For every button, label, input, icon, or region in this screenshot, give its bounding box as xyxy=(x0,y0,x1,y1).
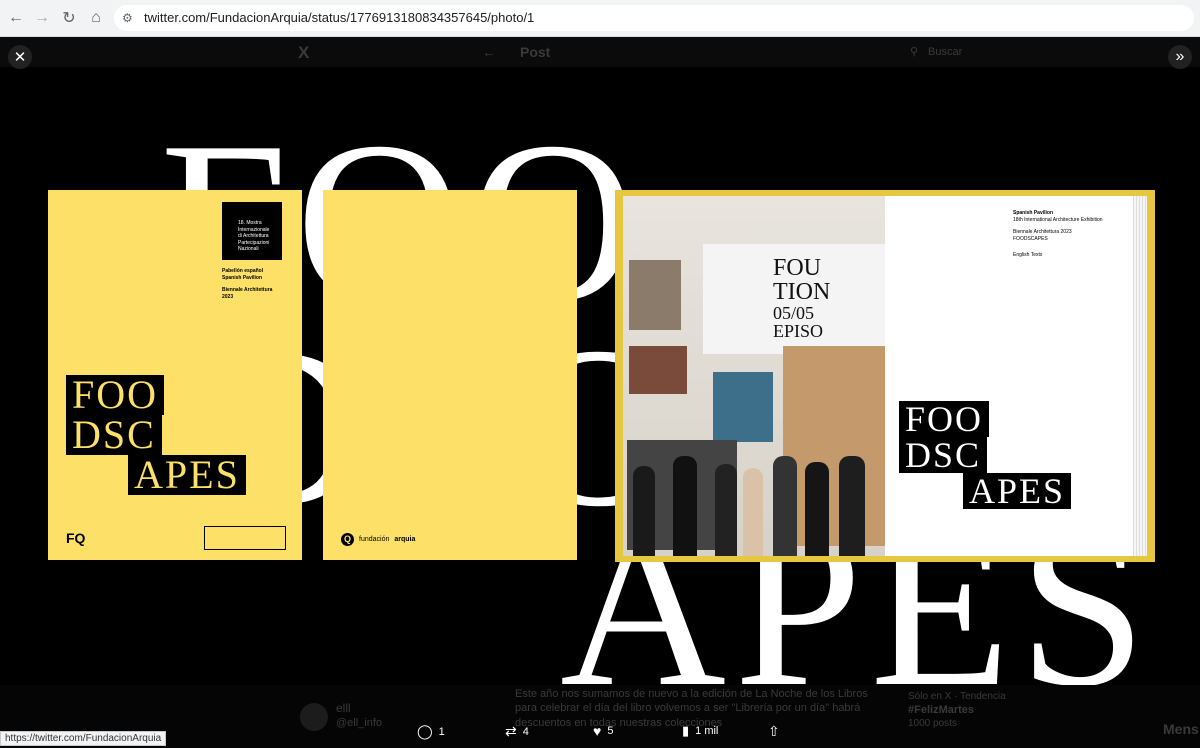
avatar xyxy=(300,703,328,731)
brand-light: fundación xyxy=(359,536,390,543)
views-icon: ▮ xyxy=(682,723,690,738)
q-logo-icon: Q xyxy=(341,533,354,546)
reload-icon[interactable]: ↻ xyxy=(57,6,81,30)
post-title: Post xyxy=(520,44,551,60)
wall-text-line: TION xyxy=(773,279,831,305)
status-bar-url: https://twitter.com/FundacionArquia xyxy=(0,731,167,746)
photo-page: FOU TION 05/05 EPISO xyxy=(623,196,885,556)
open-book: FOU TION 05/05 EPISO Spanish Pavilion 18… xyxy=(615,190,1155,562)
back-cover: Q fundación arquia xyxy=(323,190,577,560)
expand-sidebar-icon[interactable]: » xyxy=(1168,45,1192,69)
home-icon[interactable]: ⌂ xyxy=(84,6,108,30)
views-count: 1 mil xyxy=(695,725,719,737)
cover-title: FOO DSC APES xyxy=(66,375,246,495)
share-button[interactable]: ⇧ xyxy=(768,723,780,740)
reply-count: 1 xyxy=(438,725,445,738)
user-name: elll xyxy=(336,701,351,715)
url-text: twitter.com/FundacionArquia/status/17769… xyxy=(144,10,535,25)
group-of-people xyxy=(633,456,873,556)
cover-header-line: Partecipazioni Nazionali xyxy=(238,239,270,253)
wall-text-line: 05/05 xyxy=(773,303,815,323)
views-button[interactable]: ▮ 1 mil xyxy=(682,723,718,739)
dimmed-header: X ← Post ⚲ Buscar xyxy=(0,37,1200,67)
brand-bold: arquia xyxy=(394,536,416,543)
biennale-label: Biennale Architettura xyxy=(222,287,273,293)
title-row: DSC xyxy=(899,437,988,473)
title-row: APES xyxy=(128,455,246,495)
forward-arrow-icon[interactable]: → xyxy=(30,6,54,30)
reply-icon: ◯ xyxy=(417,723,433,739)
repost-count: 4 xyxy=(522,725,529,738)
site-settings-icon[interactable]: ⚙ xyxy=(122,11,136,25)
title-row: DSC xyxy=(66,415,162,455)
wall-text-line: FOU xyxy=(773,255,822,281)
share-icon: ⇧ xyxy=(768,723,780,739)
x-logo: X xyxy=(298,43,310,62)
biennale-logo: 18. Mostra Internazionale di Architettur… xyxy=(222,202,282,260)
repost-button[interactable]: ⇄ 4 xyxy=(505,723,529,740)
user-handle: @ell_info xyxy=(336,717,383,729)
browser-toolbar: ← → ↻ ⌂ ⚙ twitter.com/FundacionArquia/st… xyxy=(0,0,1200,37)
shelf-artwork xyxy=(629,260,681,330)
ministry-logo xyxy=(204,526,286,550)
blue-artwork xyxy=(713,372,773,442)
title-row: APES xyxy=(963,473,1072,509)
back-arrow-icon: ← xyxy=(482,44,496,60)
reply-button[interactable]: ◯ 1 xyxy=(417,723,445,740)
search-placeholder: Buscar xyxy=(928,46,963,58)
trend-posts: 1000 posts xyxy=(908,718,957,729)
book-title: FOO DSC APES xyxy=(899,401,1072,509)
fundacion-arquia-logo: Q fundación arquia xyxy=(341,533,415,546)
trend-tag: #FelizMartes xyxy=(908,704,975,716)
heart-icon: ♥ xyxy=(593,723,602,739)
book-meta-line: English Texts xyxy=(1013,252,1043,258)
wall-text-line: EPISO xyxy=(773,321,824,341)
media-viewer: X ← Post ⚲ Buscar ✕ » FOO DSC APES 18. M… xyxy=(0,37,1200,748)
title-row: FOO xyxy=(66,375,165,415)
front-cover: 18. Mostra Internazionale di Architettur… xyxy=(48,190,302,560)
page-edges xyxy=(1133,196,1147,556)
wall-photo xyxy=(629,346,687,394)
search-icon: ⚲ xyxy=(910,46,919,58)
close-icon[interactable]: ✕ xyxy=(8,45,32,69)
address-bar[interactable]: ⚙ twitter.com/FundacionArquia/status/177… xyxy=(114,5,1194,31)
like-button[interactable]: ♥ 5 xyxy=(593,723,613,739)
text-page: Spanish Pavilion 18th International Arch… xyxy=(885,196,1147,556)
back-arrow-icon[interactable]: ← xyxy=(4,6,28,30)
exhibition-wall-text: FOU TION 05/05 EPISO xyxy=(703,244,885,354)
like-count: 5 xyxy=(607,725,614,737)
year-label: 2023 xyxy=(222,293,234,300)
more-text: Mens xyxy=(1163,721,1199,737)
trend-meta: Sólo en X · Tendencia xyxy=(908,691,1006,702)
book-meta-line: 18th International Architecture Exhibiti… xyxy=(1013,216,1103,223)
title-row: FOO xyxy=(899,401,990,437)
repost-icon: ⇄ xyxy=(505,723,517,739)
fq-logo: FQ xyxy=(66,530,86,546)
